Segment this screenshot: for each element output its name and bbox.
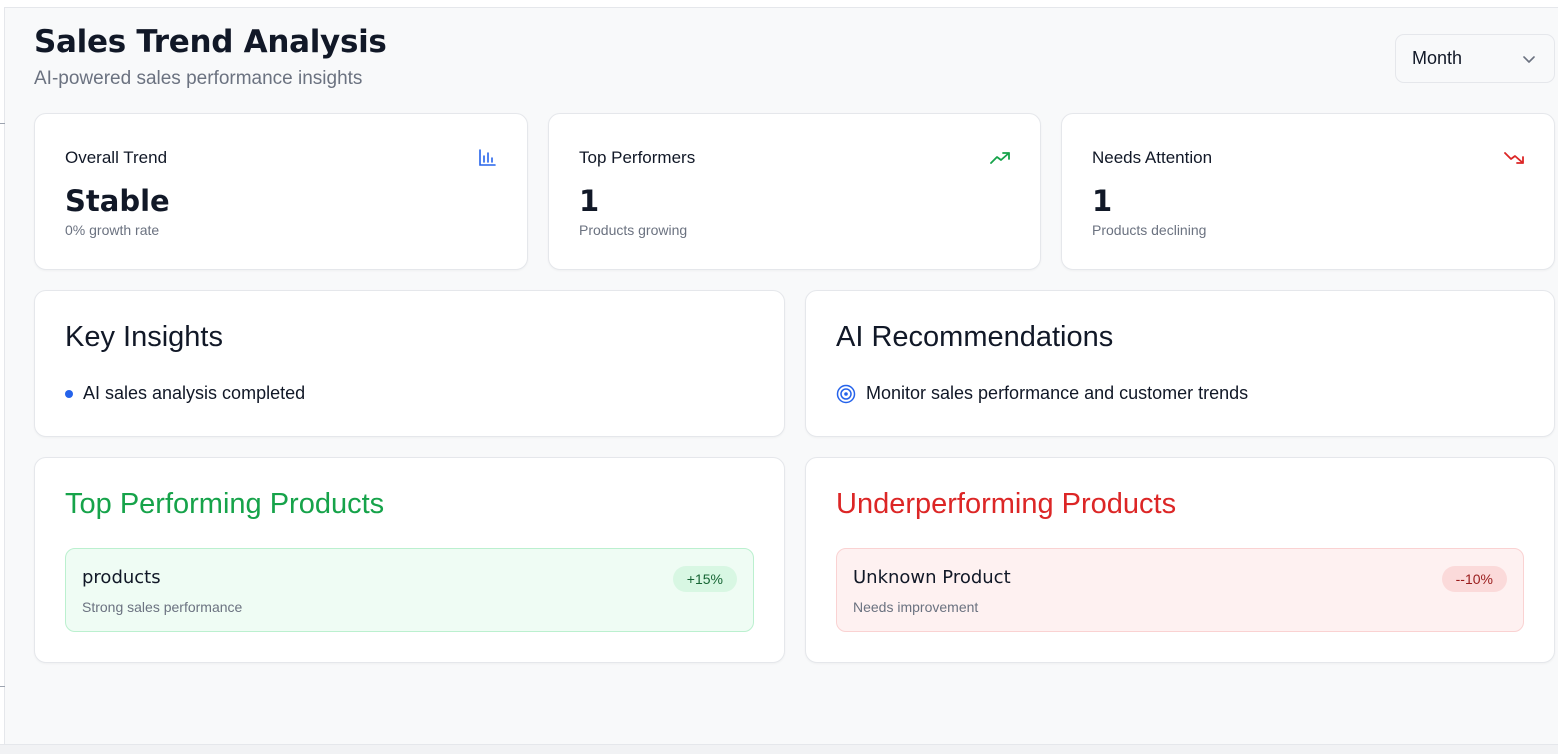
recommendation-item: Monitor sales performance and customer t… bbox=[836, 383, 1248, 404]
section-title: Top Performing Products bbox=[65, 488, 385, 520]
change-badge: --10% bbox=[1441, 566, 1507, 592]
ai-recommendations-card: AI Recommendations Monitor sales perform… bbox=[805, 290, 1555, 437]
stat-card-overall-trend: Overall Trend Stable 0% growth rate bbox=[34, 113, 528, 270]
trending-up-icon bbox=[990, 152, 1010, 164]
product-item[interactable]: Unknown Product Needs improvement --10% bbox=[836, 548, 1524, 632]
insight-item: AI sales analysis completed bbox=[65, 383, 305, 404]
bottom-strip bbox=[0, 744, 1558, 754]
stat-value: 1 bbox=[579, 184, 600, 218]
product-item[interactable]: products Strong sales performance +15% bbox=[65, 548, 754, 632]
page-subtitle: AI-powered sales performance insights bbox=[34, 68, 363, 89]
product-note: Needs improvement bbox=[853, 599, 979, 615]
stat-caption: Products declining bbox=[1092, 222, 1207, 238]
stat-card-needs-attention: Needs Attention 1 Products declining bbox=[1061, 113, 1555, 270]
stat-caption: 0% growth rate bbox=[65, 222, 160, 238]
edge-tick bbox=[0, 686, 5, 687]
stat-value: Stable bbox=[65, 184, 170, 218]
chevron-down-icon bbox=[1523, 56, 1535, 63]
product-name: Unknown Product bbox=[853, 567, 1011, 588]
page-title: Sales Trend Analysis bbox=[34, 24, 387, 60]
top-products-card: Top Performing Products products Strong … bbox=[34, 457, 785, 663]
key-insights-card: Key Insights AI sales analysis completed bbox=[34, 290, 785, 437]
section-title: Underperforming Products bbox=[836, 488, 1177, 520]
stat-label: Overall Trend bbox=[65, 148, 168, 167]
period-select-value: Month bbox=[1412, 48, 1463, 68]
stat-label: Needs Attention bbox=[1092, 148, 1213, 167]
stat-value: 1 bbox=[1092, 184, 1113, 218]
change-badge: +15% bbox=[672, 566, 737, 592]
edge-tick bbox=[0, 123, 5, 124]
underperforming-products-card: Underperforming Products Unknown Product… bbox=[805, 457, 1555, 663]
bullet-dot-icon bbox=[65, 389, 73, 398]
section-title: AI Recommendations bbox=[836, 321, 1114, 353]
product-note: Strong sales performance bbox=[82, 599, 243, 615]
period-select[interactable]: Month bbox=[1395, 34, 1555, 83]
stat-card-top-performers: Top Performers 1 Products growing bbox=[548, 113, 1041, 270]
stat-label: Top Performers bbox=[579, 148, 696, 167]
insight-text: AI sales analysis completed bbox=[83, 383, 306, 403]
product-name: products bbox=[82, 567, 161, 588]
recommendation-text: Monitor sales performance and customer t… bbox=[866, 383, 1249, 403]
bar-chart-icon bbox=[479, 149, 496, 166]
trending-down-icon bbox=[1504, 152, 1524, 164]
stat-caption: Products growing bbox=[579, 222, 688, 238]
section-title: Key Insights bbox=[65, 321, 223, 353]
target-icon bbox=[836, 384, 856, 403]
